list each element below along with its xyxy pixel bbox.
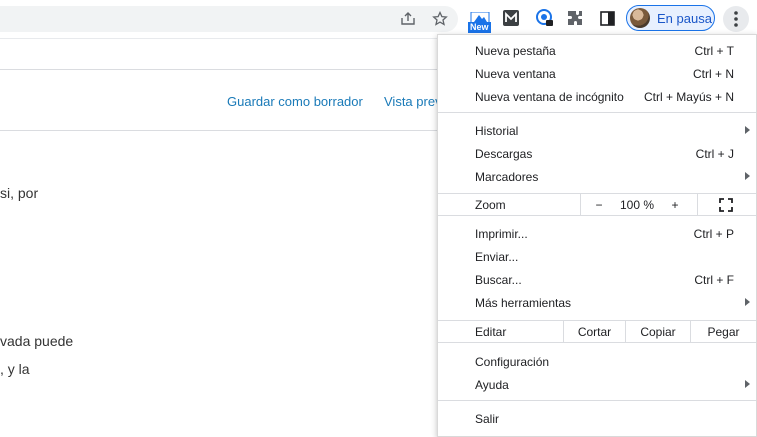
copy-button[interactable]: Copiar	[626, 321, 690, 342]
menu-item-find[interactable]: Buscar... Ctrl + F	[438, 268, 756, 291]
new-badge: New	[468, 22, 491, 33]
browser-toolbar: New En pausa	[0, 0, 757, 38]
side-panel-icon[interactable]	[598, 9, 616, 27]
menu-item-label: Historial	[475, 123, 519, 138]
menu-item-bookmarks[interactable]: Marcadores	[438, 165, 756, 188]
edit-label: Editar	[475, 324, 507, 339]
menu-item-settings[interactable]: Configuración	[438, 350, 756, 373]
menu-shortcut: Ctrl + P	[693, 226, 734, 241]
address-bar[interactable]	[0, 6, 458, 32]
profile-button[interactable]: En pausa	[626, 5, 715, 31]
menu-item-label: Marcadores	[475, 169, 539, 184]
menu-item-new-window[interactable]: Nueva ventana Ctrl + N	[438, 62, 756, 85]
extension-m-icon[interactable]	[502, 9, 520, 27]
fullscreen-icon[interactable]	[716, 194, 736, 215]
extension-lock-icon[interactable]	[535, 8, 555, 28]
menu-item-label: Más herramientas	[475, 295, 572, 310]
menu-item-print[interactable]: Imprimir... Ctrl + P	[438, 222, 756, 245]
menu-shortcut: Ctrl + T	[694, 43, 734, 58]
paste-button[interactable]: Pegar	[691, 321, 756, 342]
menu-item-new-tab[interactable]: Nueva pestaña Ctrl + T	[438, 39, 756, 62]
menu-item-label: Nueva ventana	[475, 66, 556, 81]
profile-status: En pausa	[657, 10, 712, 26]
menu-item-label: Buscar...	[475, 272, 522, 287]
submenu-arrow-icon	[745, 126, 750, 134]
extension-new-icon[interactable]: New	[468, 6, 492, 33]
zoom-level: 100 %	[619, 197, 655, 212]
menu-item-history[interactable]: Historial	[438, 119, 756, 142]
body-text: si, por	[0, 185, 39, 201]
menu-item-label: Salir	[475, 411, 500, 426]
menu-shortcut: Ctrl + F	[694, 272, 734, 287]
menu-divider	[438, 112, 756, 113]
zoom-out-button[interactable]: −	[590, 194, 608, 215]
cell-divider	[697, 194, 698, 215]
menu-item-label: Ayuda	[475, 377, 509, 392]
zoom-in-button[interactable]: +	[666, 194, 684, 215]
menu-item-label: Descargas	[475, 146, 533, 161]
avatar	[630, 8, 650, 28]
browser-menu: Nueva pestaña Ctrl + T Nueva ventana Ctr…	[437, 34, 757, 437]
menu-shortcut: Ctrl + Mayús + N	[643, 89, 734, 104]
more-menu-icon[interactable]	[723, 6, 749, 32]
submenu-arrow-icon	[745, 172, 750, 180]
cell-divider	[580, 194, 581, 215]
menu-shortcut: Ctrl + J	[695, 146, 734, 161]
menu-shortcut: Ctrl + N	[692, 66, 734, 81]
menu-divider	[438, 400, 756, 401]
body-text: , y la	[0, 361, 30, 377]
menu-item-more-tools[interactable]: Más herramientas	[438, 291, 756, 314]
menu-item-cast[interactable]: Enviar...	[438, 245, 756, 268]
menu-item-label: Nueva pestaña	[475, 43, 556, 58]
menu-item-label: Nueva ventana de incógnito	[475, 89, 624, 104]
submenu-arrow-icon	[745, 298, 750, 306]
body-text: vada puede	[0, 333, 74, 349]
submenu-arrow-icon	[745, 380, 750, 388]
menu-item-label: Configuración	[475, 354, 550, 369]
menu-item-downloads[interactable]: Descargas Ctrl + J	[438, 142, 756, 165]
zoom-row: Zoom − 100 % +	[438, 193, 756, 216]
save-draft-link[interactable]: Guardar como borrador	[227, 94, 363, 109]
cut-button[interactable]: Cortar	[564, 321, 625, 342]
menu-item-help[interactable]: Ayuda	[438, 373, 756, 396]
zoom-label: Zoom	[475, 197, 506, 212]
menu-item-label: Enviar...	[475, 249, 519, 264]
extensions-puzzle-icon[interactable]	[566, 9, 584, 27]
bookmark-star-icon[interactable]	[430, 10, 450, 28]
edit-row: Editar Cortar Copiar Pegar	[438, 320, 756, 343]
menu-item-label: Imprimir...	[475, 226, 528, 241]
menu-item-exit[interactable]: Salir	[438, 407, 756, 430]
share-icon[interactable]	[398, 10, 418, 28]
menu-item-incognito[interactable]: Nueva ventana de incógnito Ctrl + Mayús …	[438, 85, 756, 108]
